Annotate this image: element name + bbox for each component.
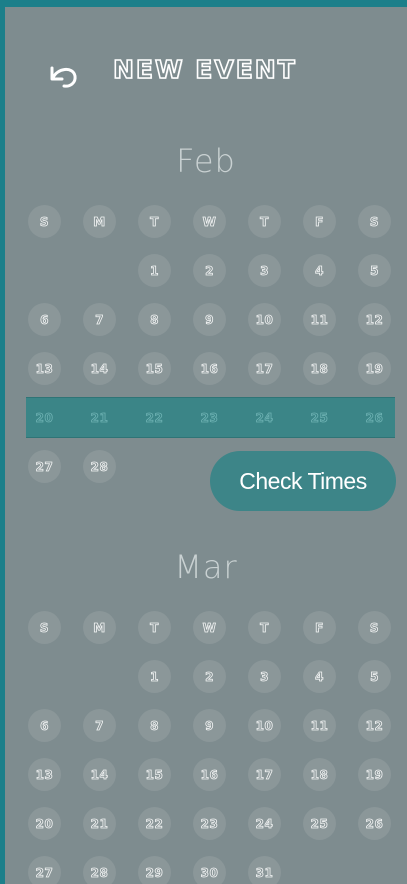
weekday-header: F [303, 611, 336, 644]
weekday-header: T [138, 611, 171, 644]
day-cell[interactable]: 11 [303, 709, 336, 742]
weekday-header: M [83, 205, 116, 238]
day-cell[interactable]: 3 [248, 660, 281, 693]
day-cell[interactable]: 6 [28, 709, 61, 742]
day-cell[interactable]: 13 [28, 352, 61, 385]
day-cell[interactable]: 20 [28, 807, 61, 840]
month-title-mar: Mar [174, 548, 238, 586]
day-cell[interactable]: 2 [193, 660, 226, 693]
check-times-button[interactable]: Check Times [210, 451, 396, 511]
day-cell[interactable]: 16 [193, 352, 226, 385]
day-cell[interactable]: 21 [83, 807, 116, 840]
day-cell[interactable]: 6 [28, 303, 61, 336]
day-cell[interactable]: 10 [248, 303, 281, 336]
day-cell[interactable]: 5 [358, 254, 391, 287]
day-cell[interactable]: 21 [83, 401, 116, 434]
day-cell[interactable]: 22 [138, 807, 171, 840]
day-cell[interactable]: 24 [248, 401, 281, 434]
page-title: NEW EVENT [112, 54, 297, 85]
header: NEW EVENT [5, 51, 407, 101]
day-cell[interactable]: 8 [138, 303, 171, 336]
day-cell[interactable]: 4 [303, 660, 336, 693]
day-cell[interactable]: 20 [28, 401, 61, 434]
day-cell[interactable]: 15 [138, 758, 171, 791]
day-cell[interactable]: 19 [358, 352, 391, 385]
weekday-header: W [193, 205, 226, 238]
weekday-header: T [248, 611, 281, 644]
day-cell[interactable]: 3 [248, 254, 281, 287]
day-cell[interactable]: 18 [303, 352, 336, 385]
day-cell[interactable]: 14 [83, 758, 116, 791]
day-cell[interactable]: 23 [193, 807, 226, 840]
weekday-header: S [358, 611, 391, 644]
day-cell[interactable]: 2 [193, 254, 226, 287]
day-cell[interactable]: 29 [138, 856, 171, 884]
weekday-header: T [248, 205, 281, 238]
day-cell[interactable]: 22 [138, 401, 171, 434]
day-cell[interactable]: 1 [138, 254, 171, 287]
day-cell[interactable]: 17 [248, 758, 281, 791]
weekday-header: W [193, 611, 226, 644]
day-cell[interactable]: 10 [248, 709, 281, 742]
day-cell[interactable]: 27 [28, 856, 61, 884]
day-cell[interactable]: 12 [358, 303, 391, 336]
weekday-header: M [83, 611, 116, 644]
day-cell[interactable]: 11 [303, 303, 336, 336]
day-cell[interactable]: 18 [303, 758, 336, 791]
day-cell[interactable]: 27 [28, 450, 61, 483]
day-cell[interactable]: 4 [303, 254, 336, 287]
day-cell[interactable]: 7 [83, 303, 116, 336]
month-title-feb: Feb [176, 142, 236, 180]
day-cell[interactable]: 25 [303, 401, 336, 434]
day-cell[interactable]: 7 [83, 709, 116, 742]
day-cell[interactable]: 5 [358, 660, 391, 693]
new-event-panel: NEW EVENT Feb S M T W T F S 1 2 3 4 5 6 7 8 9 10 11 12 13 14… [5, 7, 407, 884]
weekday-header: S [28, 611, 61, 644]
day-cell[interactable]: 19 [358, 758, 391, 791]
day-cell[interactable]: 26 [358, 807, 391, 840]
day-cell[interactable]: 8 [138, 709, 171, 742]
day-cell[interactable]: 23 [193, 401, 226, 434]
day-cell[interactable]: 30 [193, 856, 226, 884]
day-cell[interactable]: 25 [303, 807, 336, 840]
day-cell[interactable]: 9 [193, 303, 226, 336]
day-cell[interactable]: 26 [358, 401, 391, 434]
day-cell[interactable]: 15 [138, 352, 171, 385]
day-cell[interactable]: 9 [193, 709, 226, 742]
day-cell[interactable]: 28 [83, 856, 116, 884]
day-cell[interactable]: 24 [248, 807, 281, 840]
weekday-header: S [28, 205, 61, 238]
day-cell[interactable]: 28 [83, 450, 116, 483]
day-cell[interactable]: 16 [193, 758, 226, 791]
day-cell[interactable]: 12 [358, 709, 391, 742]
day-cell[interactable]: 13 [28, 758, 61, 791]
undo-arrow-icon[interactable] [43, 56, 83, 96]
day-cell[interactable]: 1 [138, 660, 171, 693]
weekday-header: S [358, 205, 391, 238]
day-cell[interactable]: 17 [248, 352, 281, 385]
day-cell[interactable]: 31 [248, 856, 281, 884]
weekday-header: T [138, 205, 171, 238]
day-cell[interactable]: 14 [83, 352, 116, 385]
weekday-header: F [303, 205, 336, 238]
